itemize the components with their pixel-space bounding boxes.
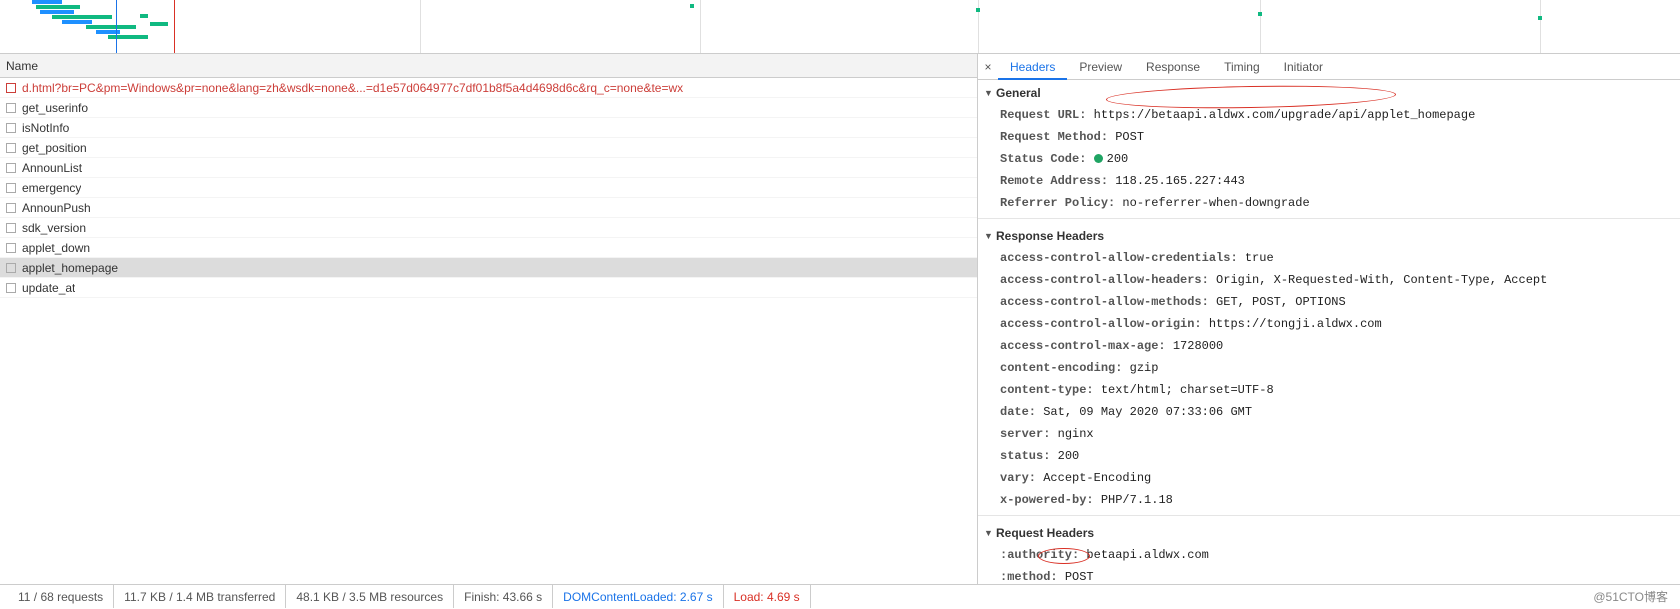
file-icon xyxy=(6,283,16,293)
watermark: @51CTO博客 xyxy=(1593,588,1668,605)
tab-response[interactable]: Response xyxy=(1134,54,1212,80)
request-row[interactable]: sdk_version xyxy=(0,218,977,238)
response-header-row: access-control-allow-credentials: true xyxy=(978,247,1680,269)
response-header-row: content-encoding: gzip xyxy=(978,357,1680,379)
response-header-row: x-powered-by: PHP/7.1.18 xyxy=(978,489,1680,511)
request-row[interactable]: get_userinfo xyxy=(0,98,977,118)
file-icon xyxy=(6,123,16,133)
status-requests: 11 / 68 requests xyxy=(8,585,114,608)
general-request-method: Request Method: POST xyxy=(978,126,1680,148)
response-header-row: access-control-max-age: 1728000 xyxy=(978,335,1680,357)
request-name: d.html?br=PC&pm=Windows&pr=none&lang=zh&… xyxy=(22,81,683,95)
status-resources: 48.1 KB / 3.5 MB resources xyxy=(286,585,454,608)
request-name: applet_down xyxy=(22,241,90,255)
response-header-row: access-control-allow-origin: https://ton… xyxy=(978,313,1680,335)
response-header-row: content-type: text/html; charset=UTF-8 xyxy=(978,379,1680,401)
request-row[interactable]: emergency xyxy=(0,178,977,198)
request-name: emergency xyxy=(22,181,81,195)
file-icon xyxy=(6,203,16,213)
tab-headers[interactable]: Headers xyxy=(998,54,1067,80)
response-header-row: access-control-allow-methods: GET, POST,… xyxy=(978,291,1680,313)
request-name: AnnounList xyxy=(22,161,82,175)
file-icon xyxy=(6,103,16,113)
file-icon xyxy=(6,163,16,173)
request-header-row: :authority: betaapi.aldwx.com xyxy=(978,544,1680,566)
status-dot-icon xyxy=(1094,154,1103,163)
response-header-row: status: 200 xyxy=(978,445,1680,467)
column-header-name[interactable]: Name xyxy=(0,54,977,78)
file-icon xyxy=(6,243,16,253)
status-load: Load: 4.69 s xyxy=(724,585,811,608)
file-icon xyxy=(6,263,16,273)
request-name: get_userinfo xyxy=(22,101,88,115)
request-row[interactable]: d.html?br=PC&pm=Windows&pr=none&lang=zh&… xyxy=(0,78,977,98)
request-details-pane: × HeadersPreviewResponseTimingInitiator … xyxy=(978,54,1680,584)
request-row[interactable]: update_at xyxy=(0,278,977,298)
response-header-row: server: nginx xyxy=(978,423,1680,445)
response-header-row: vary: Accept-Encoding xyxy=(978,467,1680,489)
request-header-row: :method: POST xyxy=(978,566,1680,584)
general-referrer-policy: Referrer Policy: no-referrer-when-downgr… xyxy=(978,192,1680,214)
general-remote-address: Remote Address: 118.25.165.227:443 xyxy=(978,170,1680,192)
request-row[interactable]: get_position xyxy=(0,138,977,158)
network-request-table: Name d.html?br=PC&pm=Windows&pr=none&lan… xyxy=(0,54,978,584)
request-row[interactable]: applet_down xyxy=(0,238,977,258)
network-status-bar: 11 / 68 requests 11.7 KB / 1.4 MB transf… xyxy=(0,584,1680,608)
status-finish: Finish: 43.66 s xyxy=(454,585,553,608)
response-header-row: date: Sat, 09 May 2020 07:33:06 GMT xyxy=(978,401,1680,423)
request-name: sdk_version xyxy=(22,221,86,235)
details-tab-bar: × HeadersPreviewResponseTimingInitiator xyxy=(978,54,1680,80)
tab-initiator[interactable]: Initiator xyxy=(1272,54,1335,80)
request-name: applet_homepage xyxy=(22,261,118,275)
close-icon[interactable]: × xyxy=(978,60,998,74)
general-status-code: Status Code: 200 xyxy=(978,148,1680,170)
waterfall-overview[interactable] xyxy=(0,0,1680,54)
section-request-headers[interactable]: Request Headers xyxy=(978,520,1680,544)
file-icon xyxy=(6,183,16,193)
general-request-url: Request URL: https://betaapi.aldwx.com/u… xyxy=(978,104,1680,126)
section-general[interactable]: General xyxy=(978,80,1680,104)
file-icon xyxy=(6,83,16,93)
tab-timing[interactable]: Timing xyxy=(1212,54,1272,80)
status-transferred: 11.7 KB / 1.4 MB transferred xyxy=(114,585,286,608)
file-icon xyxy=(6,223,16,233)
request-row[interactable]: applet_homepage xyxy=(0,258,977,278)
request-row[interactable]: AnnounPush xyxy=(0,198,977,218)
request-name: AnnounPush xyxy=(22,201,91,215)
section-response-headers[interactable]: Response Headers xyxy=(978,223,1680,247)
response-header-row: access-control-allow-headers: Origin, X-… xyxy=(978,269,1680,291)
request-name: isNotInfo xyxy=(22,121,69,135)
file-icon xyxy=(6,143,16,153)
request-row[interactable]: isNotInfo xyxy=(0,118,977,138)
request-name: update_at xyxy=(22,281,75,295)
request-name: get_position xyxy=(22,141,87,155)
status-domcontentloaded: DOMContentLoaded: 2.67 s xyxy=(553,585,723,608)
request-row[interactable]: AnnounList xyxy=(0,158,977,178)
tab-preview[interactable]: Preview xyxy=(1067,54,1134,80)
